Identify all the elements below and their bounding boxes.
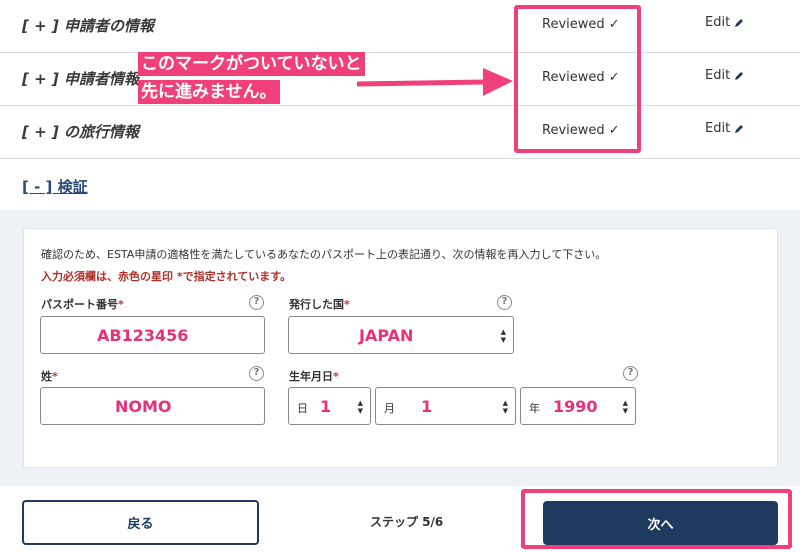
passport-number-input[interactable]: AB123456 [40, 316, 265, 354]
select-arrows-icon: ▲ ▼ [500, 328, 506, 344]
date-of-birth-label: 生年月日* [289, 370, 339, 383]
surname-label: 姓* [41, 370, 58, 383]
required-star: * [333, 370, 339, 383]
required-fields-note: 入力必須欄は、赤色の星印 *で指定されています。 [41, 270, 292, 283]
step-indicator: ステップ 5/6 [370, 515, 444, 529]
issuing-country-value: JAPAN [359, 326, 414, 345]
edit-link[interactable]: Edit [705, 68, 744, 83]
birth-day-select[interactable]: 日 1 ▲ ▼ [288, 387, 371, 425]
edit-label[interactable]: Edit [705, 15, 730, 30]
birth-month-value: 1 [421, 397, 433, 416]
verification-instructions: 確認のため、ESTA申請の適格性を満たしているあなたのパスポート上の表記通り、次… [41, 248, 607, 261]
pencil-icon[interactable] [734, 124, 744, 134]
annotation-line-2: 先に進みません。 [138, 80, 280, 104]
section-title[interactable]: [ + ] 申請者の情報 [22, 15, 154, 36]
section-title[interactable]: [ + ] の旅行情報 [22, 121, 139, 142]
annotation-line-1: このマークがついていないと [138, 52, 365, 76]
birth-year-value: 1990 [553, 397, 598, 416]
issuing-country-label: 発行した国* [289, 298, 350, 311]
issuing-country-select[interactable]: JAPAN ▲ ▼ [288, 316, 514, 354]
select-arrows-icon: ▲ ▼ [357, 399, 363, 415]
passport-number-label: パスポート番号* [41, 298, 124, 311]
birth-month-select[interactable]: 月 1 ▲ ▼ [375, 387, 516, 425]
pencil-icon[interactable] [734, 18, 744, 28]
edit-link[interactable]: Edit [705, 121, 744, 136]
pencil-icon[interactable] [734, 71, 744, 81]
select-arrows-icon: ▲ ▼ [502, 399, 508, 415]
required-star: * [344, 298, 350, 311]
annotation-arrow-icon [356, 68, 513, 96]
birth-day-value: 1 [320, 397, 332, 416]
verification-section-title[interactable]: [ - ] 検証 [22, 176, 88, 197]
surname-input[interactable]: NOMO [40, 387, 265, 425]
help-icon[interactable]: ? [249, 295, 264, 310]
day-prefix: 日 [297, 402, 308, 415]
passport-number-value: AB123456 [97, 326, 189, 345]
help-icon[interactable]: ? [249, 366, 264, 381]
required-star: * [118, 298, 124, 311]
surname-value: NOMO [115, 397, 172, 416]
help-icon[interactable]: ? [497, 295, 512, 310]
edit-label[interactable]: Edit [705, 68, 730, 83]
required-star: * [52, 370, 58, 383]
month-prefix: 月 [384, 402, 395, 415]
select-arrows-icon: ▲ ▼ [622, 399, 628, 415]
back-button[interactable]: 戻る [22, 500, 259, 545]
edit-link[interactable]: Edit [705, 15, 744, 30]
section-travel-info: [ + ] の旅行情報 Reviewed ✓ Edit [0, 106, 800, 159]
section-title[interactable]: [ + ] 申請者情報 [22, 68, 139, 89]
section-applicant-info: [ + ] 申請者の情報 Reviewed ✓ Edit [0, 0, 800, 53]
edit-label[interactable]: Edit [705, 121, 730, 136]
reviewed-highlight-box [514, 5, 641, 153]
next-button-highlight-box [521, 489, 792, 549]
help-icon[interactable]: ? [623, 366, 638, 381]
year-prefix: 年 [529, 402, 540, 415]
birth-year-select[interactable]: 年 1990 ▲ ▼ [520, 387, 636, 425]
